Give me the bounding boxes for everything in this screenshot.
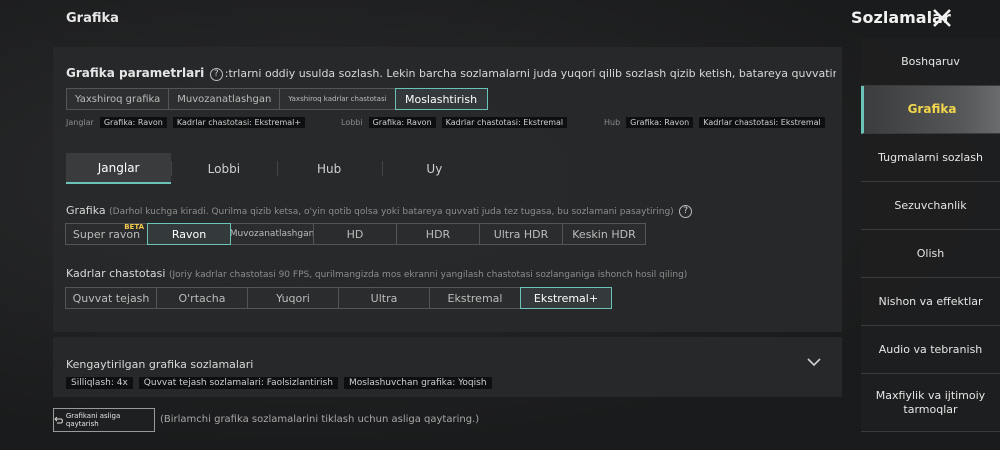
fps-note: (Joriy kadrlar chastotasi 90 FPS, qurilm… xyxy=(168,270,688,280)
tab-hub[interactable]: Hub xyxy=(276,153,382,184)
preset-group: Yaxshiroq grafika Muvozanatlashgan Yaxsh… xyxy=(66,88,488,110)
summary-scope: Janglar xyxy=(66,118,94,127)
beta-badge: BETA xyxy=(124,223,144,231)
summary-chip: Kadrlar chastotasi: Ekstremal xyxy=(441,117,568,128)
sidebar-item-buttons[interactable]: Tugmalarni sozlash xyxy=(861,134,1000,182)
reset-note: (Birlamchi grafika sozlamalarini tiklash… xyxy=(160,414,480,425)
mode-tabs: Janglar Lobbi Hub Uy xyxy=(66,153,487,184)
graphics-options: Super ravon BETA Ravon Muvozanatlashgan … xyxy=(65,223,646,245)
graphics-option-smooth[interactable]: Ravon xyxy=(147,223,231,245)
reset-graphics-button[interactable]: Grafikani asliga qaytarish xyxy=(53,408,155,432)
settings-sidebar: Boshqaruv Grafika Tugmalarni sozlash Sez… xyxy=(861,38,1000,432)
sidebar-item-crosshair-effects[interactable]: Nishon va effektlar xyxy=(861,278,1000,326)
summary-chip: Grafika: Ravon xyxy=(368,117,436,128)
summary-chip: Grafika: Ravon xyxy=(99,117,167,128)
fps-option-ultra[interactable]: Ultra xyxy=(338,287,430,309)
tab-battles[interactable]: Janglar xyxy=(66,153,172,184)
chip-adaptive-graphics: Moslashuvchan grafika: Yoqish xyxy=(343,377,492,389)
graphics-settings-panel: Grafika parametrlari ?:trlarni oddiy usu… xyxy=(53,47,842,332)
undo-icon xyxy=(54,416,63,424)
graphics-option-hd[interactable]: HD xyxy=(313,223,397,245)
preset-better-graphics[interactable]: Yaxshiroq grafika xyxy=(66,88,170,110)
summary-chip: Grafika: Ravon xyxy=(626,117,694,128)
fps-option-medium[interactable]: O'rtacha xyxy=(156,287,248,309)
sidebar-item-graphics[interactable]: Grafika xyxy=(861,86,1000,134)
help-icon[interactable]: ? xyxy=(679,204,693,218)
graphics-option-sharp-hdr[interactable]: Keskin HDR xyxy=(562,223,646,245)
sidebar-item-pickup[interactable]: Olish xyxy=(861,230,1000,278)
graphics-row-label: Grafika (Darhol kuchga kiradi. Qurilma q… xyxy=(66,204,694,218)
advanced-settings-panel[interactable]: Kengaytirilgan grafika sozlamalari Silli… xyxy=(53,337,842,397)
chip-power-saving: Quvvat tejash sozlamalari: Faolsizlantir… xyxy=(138,377,338,389)
fps-option-extreme[interactable]: Ekstremal xyxy=(429,287,521,309)
fps-row-label: Kadrlar chastotasi (Joriy kadrlar chasto… xyxy=(66,267,687,280)
page-title: Grafika xyxy=(66,11,119,26)
advanced-chips: Silliqlash: 4x Quvvat tejash sozlamalari… xyxy=(66,377,492,389)
summary-lobby: Lobbi Grafika: Ravon Kadrlar chastotasi:… xyxy=(341,117,568,128)
fps-option-high[interactable]: Yuqori xyxy=(247,287,339,309)
graphics-label: Grafika xyxy=(66,204,106,217)
graphics-note: (Darhol kuchga kiradi. Qurilma qizib ket… xyxy=(109,207,674,217)
sidebar-item-privacy-social[interactable]: Maxfiylik va ijtimoiy tarmoqlar xyxy=(861,374,1000,432)
summary-scope: Lobbi xyxy=(341,118,363,127)
fps-label: Kadrlar chastotasi xyxy=(66,267,166,280)
sidebar-item-audio-vibration[interactable]: Audio va tebranish xyxy=(861,326,1000,374)
help-icon[interactable]: ? xyxy=(209,67,223,81)
summary-hub: Hub Grafika: Ravon Kadrlar chastotasi: E… xyxy=(604,117,825,128)
preset-balanced[interactable]: Muvozanatlashgan xyxy=(168,88,281,110)
graphics-params-description: :trlarni oddiy usulda sozlash. Lekin bar… xyxy=(224,67,836,80)
summary-battles: Janglar Grafika: Ravon Kadrlar chastotas… xyxy=(66,117,306,128)
tab-home[interactable]: Uy xyxy=(381,153,487,184)
graphics-option-super-smooth[interactable]: Super ravon BETA xyxy=(65,223,148,245)
fps-option-power-saving[interactable]: Quvvat tejash xyxy=(65,287,157,309)
chip-antialiasing: Silliqlash: 4x xyxy=(66,377,133,389)
advanced-label: Kengaytirilgan grafika sozlamalari xyxy=(66,358,254,371)
reset-button-label: Grafikani asliga qaytarish xyxy=(65,412,121,428)
graphics-option-ultra-hdr[interactable]: Ultra HDR xyxy=(479,223,563,245)
summary-chip: Kadrlar chastotasi: Ekstremal+ xyxy=(172,117,306,128)
graphics-params-row: Grafika parametrlari ?:trlarni oddiy usu… xyxy=(66,66,836,81)
tab-lobby[interactable]: Lobbi xyxy=(171,153,276,184)
summary-scope: Hub xyxy=(604,118,621,127)
close-icon[interactable] xyxy=(930,6,954,30)
graphics-option-hdr[interactable]: HDR xyxy=(396,223,480,245)
summary-chip: Kadrlar chastotasi: Ekstremal xyxy=(699,117,825,128)
fps-option-extreme-plus[interactable]: Ekstremal+ xyxy=(520,287,612,309)
graphics-params-label: Grafika parametrlari xyxy=(66,66,205,80)
chevron-down-icon[interactable] xyxy=(806,357,822,367)
sidebar-item-controls[interactable]: Boshqaruv xyxy=(861,38,1000,86)
preset-better-fps[interactable]: Yaxshiroq kadrlar chastotasi xyxy=(279,88,396,110)
fps-options: Quvvat tejash O'rtacha Yuqori Ultra Ekst… xyxy=(65,287,612,309)
preset-custom[interactable]: Moslashtirish xyxy=(394,88,488,110)
sidebar-item-sensitivity[interactable]: Sezuvchanlik xyxy=(861,182,1000,230)
graphics-option-balanced[interactable]: Muvozanatlashgan xyxy=(230,223,314,245)
